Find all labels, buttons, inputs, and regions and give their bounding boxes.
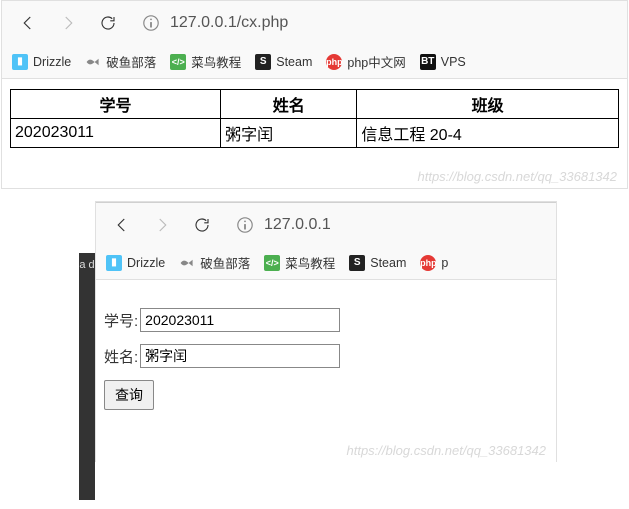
code-icon: </>: [264, 255, 280, 271]
bookmark-poyu[interactable]: 破鱼部落: [83, 50, 158, 73]
bookmark-poyu[interactable]: 破鱼部落: [177, 251, 252, 274]
browser-window-1: 127.0.0.1/cx.php ▮ Drizzle 破鱼部落 </> 菜鸟教程 S…: [1, 0, 628, 189]
nav-toolbar-2: 127.0.0.1: [96, 202, 556, 246]
bookmark-label: Drizzle: [127, 256, 165, 270]
url-text: 127.0.0.1/cx.php: [170, 14, 288, 32]
bookmark-steam[interactable]: S Steam: [347, 253, 408, 273]
book-icon: ▮: [106, 255, 122, 271]
info-icon: [142, 14, 160, 32]
php-icon: php: [326, 54, 342, 70]
bookmark-runoob[interactable]: </> 菜鸟教程: [168, 50, 243, 73]
th-name: 姓名: [221, 90, 357, 119]
back-button[interactable]: [10, 5, 46, 41]
page-content-2: 学号: 姓名: 查询 https://blog.csdn.net/qq_3368…: [96, 280, 556, 462]
bookmark-drizzle[interactable]: ▮ Drizzle: [10, 52, 73, 72]
forward-button[interactable]: [144, 207, 180, 243]
page-content-1: 学号 姓名 班级 202023011 粥字闰 信息工程 20-4 https:/…: [2, 79, 627, 188]
bookmark-label: VPS: [441, 55, 466, 69]
name-label: 姓名:: [104, 346, 138, 367]
submit-button[interactable]: 查询: [104, 380, 154, 410]
bookmark-label: Steam: [276, 55, 312, 69]
form-row-id: 学号:: [104, 308, 548, 332]
address-bar[interactable]: 127.0.0.1: [236, 216, 548, 234]
bookmark-label: Steam: [370, 256, 406, 270]
bookmark-label: Drizzle: [33, 55, 71, 69]
fish-icon: [85, 54, 101, 70]
td-id: 202023011: [11, 119, 221, 148]
bookmark-label: p: [441, 256, 448, 270]
forward-button[interactable]: [50, 5, 86, 41]
bookmark-label: 菜鸟教程: [285, 253, 335, 272]
id-input[interactable]: [140, 308, 340, 332]
bookmark-label: 菜鸟教程: [191, 52, 241, 71]
code-icon: </>: [170, 54, 186, 70]
td-name: 粥字闰: [221, 119, 357, 148]
watermark-text: https://blog.csdn.net/qq_33681342: [418, 169, 618, 184]
bt-icon: BT: [420, 54, 436, 70]
bookmark-label: 破鱼部落: [106, 52, 156, 71]
name-input[interactable]: [140, 344, 340, 368]
form-row-name: 姓名:: [104, 344, 548, 368]
form-row-submit: 查询: [104, 380, 548, 410]
bookmark-label: php中文网: [347, 52, 405, 71]
bookmark-bar-2: ▮ Drizzle 破鱼部落 </> 菜鸟教程 S Steam phpp: [96, 246, 556, 280]
fish-icon: [179, 255, 195, 271]
td-class: 信息工程 20-4: [357, 119, 619, 148]
bookmark-steam[interactable]: S Steam: [253, 52, 314, 72]
browser-window-2: 127.0.0.1 ▮ Drizzle 破鱼部落 </> 菜鸟教程 S Steam p…: [95, 201, 557, 462]
bookmark-drizzle[interactable]: ▮ Drizzle: [104, 253, 167, 273]
bookmark-phpcn[interactable]: phpp: [418, 253, 450, 273]
bookmark-phpcn[interactable]: php php中文网: [324, 50, 407, 73]
url-text: 127.0.0.1: [264, 216, 331, 234]
address-bar[interactable]: 127.0.0.1/cx.php: [142, 14, 619, 32]
bookmark-bar-1: ▮ Drizzle 破鱼部落 </> 菜鸟教程 S Steam php php中文网 B…: [2, 45, 627, 79]
info-icon: [236, 216, 254, 234]
id-label: 学号:: [104, 310, 138, 331]
nav-toolbar-1: 127.0.0.1/cx.php: [2, 1, 627, 45]
book-icon: ▮: [12, 54, 28, 70]
back-button[interactable]: [104, 207, 140, 243]
th-id: 学号: [11, 90, 221, 119]
bookmark-runoob[interactable]: </> 菜鸟教程: [262, 251, 337, 274]
bookmark-vps[interactable]: BT VPS: [418, 52, 468, 72]
result-table: 学号 姓名 班级 202023011 粥字闰 信息工程 20-4: [10, 89, 619, 148]
steam-icon: S: [349, 255, 365, 271]
side-sliver: a d: [79, 253, 95, 500]
th-class: 班级: [357, 90, 619, 119]
table-header-row: 学号 姓名 班级: [11, 90, 619, 119]
steam-icon: S: [255, 54, 271, 70]
bookmark-label: 破鱼部落: [200, 253, 250, 272]
refresh-button[interactable]: [90, 5, 126, 41]
watermark-text: https://blog.csdn.net/qq_33681342: [347, 443, 547, 458]
php-icon: php: [420, 255, 436, 271]
refresh-button[interactable]: [184, 207, 220, 243]
table-row: 202023011 粥字闰 信息工程 20-4: [11, 119, 619, 148]
